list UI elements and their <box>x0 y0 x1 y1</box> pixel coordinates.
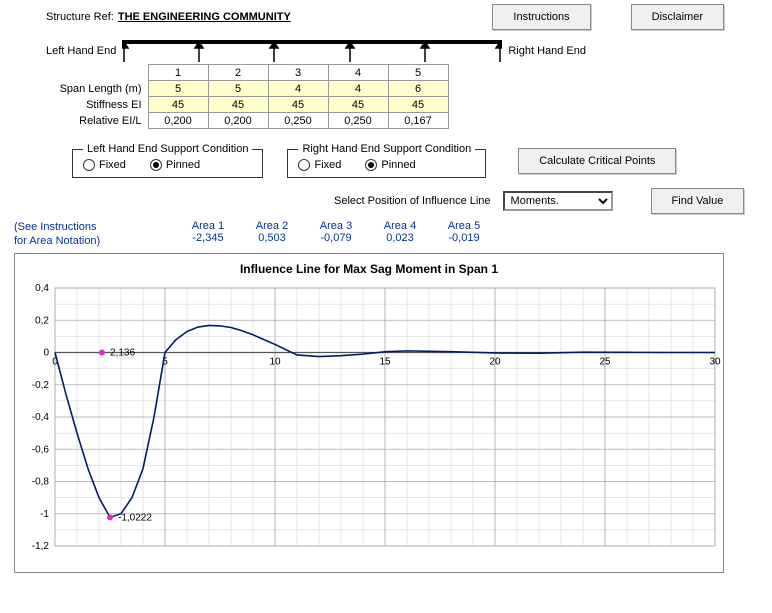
svg-text:25: 25 <box>599 356 611 367</box>
span-header: 4 <box>328 65 388 81</box>
row-label-rel-eil: Relative EI/L <box>18 113 148 129</box>
rel-eil-cell: 0,200 <box>148 113 208 129</box>
svg-text:0,4: 0,4 <box>35 283 49 294</box>
svg-text:-0,2: -0,2 <box>32 379 50 390</box>
calculate-button[interactable]: Calculate Critical Points <box>518 148 676 174</box>
svg-text:-0,8: -0,8 <box>32 476 50 487</box>
left-support-legend: Left Hand End Support Condition <box>83 143 252 155</box>
chart-frame: Influence Line for Max Sag Moment in Spa… <box>14 253 724 573</box>
rel-eil-cell: 0,250 <box>268 113 328 129</box>
left-pinned-label: Pinned <box>166 159 200 171</box>
row-label-span-length: Span Length (m) <box>18 81 148 97</box>
area-notation-note: (See Instructions for Area Notation) <box>14 220 164 249</box>
svg-text:10: 10 <box>269 356 281 367</box>
left-fixed-radio[interactable]: Fixed <box>83 159 126 171</box>
svg-text:15: 15 <box>379 356 391 367</box>
influence-label: Select Position of Influence Line <box>334 195 491 207</box>
svg-text:0: 0 <box>43 347 49 358</box>
rel-eil-cell: 0,250 <box>328 113 388 129</box>
radio-icon <box>365 159 377 171</box>
stiffness-cell[interactable]: 45 <box>268 97 328 113</box>
structure-ref-label: Structure Ref: <box>46 11 114 23</box>
svg-text:2,136: 2,136 <box>110 347 135 358</box>
span-length-cell[interactable]: 5 <box>208 81 268 97</box>
area-col: Area 3-0,079 <box>304 220 368 249</box>
svg-text:-0,4: -0,4 <box>32 412 50 423</box>
disclaimer-button[interactable]: Disclaimer <box>631 4 724 30</box>
span-header: 5 <box>388 65 448 81</box>
span-length-cell[interactable]: 4 <box>328 81 388 97</box>
beam-diagram <box>122 38 502 64</box>
find-value-button[interactable]: Find Value <box>651 188 745 214</box>
right-fixed-radio[interactable]: Fixed <box>298 159 341 171</box>
left-fixed-label: Fixed <box>99 159 126 171</box>
radio-icon <box>83 159 95 171</box>
span-header: 3 <box>268 65 328 81</box>
span-header: 1 <box>148 65 208 81</box>
right-support-legend: Right Hand End Support Condition <box>298 143 475 155</box>
svg-text:20: 20 <box>489 356 501 367</box>
span-length-cell[interactable]: 5 <box>148 81 208 97</box>
span-length-cell[interactable]: 6 <box>388 81 448 97</box>
rel-eil-cell: 0,200 <box>208 113 268 129</box>
svg-text:-0,6: -0,6 <box>32 444 50 455</box>
svg-text:-1,0222: -1,0222 <box>118 512 152 523</box>
influence-dropdown[interactable]: Moments. <box>503 191 613 211</box>
span-table: 1 2 3 4 5 Span Length (m) 5 5 4 4 6 Stif… <box>18 64 449 129</box>
instructions-button[interactable]: Instructions <box>492 4 590 30</box>
left-pinned-radio[interactable]: Pinned <box>150 159 200 171</box>
stiffness-cell[interactable]: 45 <box>148 97 208 113</box>
stiffness-cell[interactable]: 45 <box>388 97 448 113</box>
radio-icon <box>298 159 310 171</box>
area-col: Area 40,023 <box>368 220 432 249</box>
stiffness-cell[interactable]: 45 <box>208 97 268 113</box>
left-end-label: Left Hand End <box>46 45 116 57</box>
area-col: Area 20,503 <box>240 220 304 249</box>
span-length-cell[interactable]: 4 <box>268 81 328 97</box>
chart-title: Influence Line for Max Sag Moment in Spa… <box>15 262 723 276</box>
stiffness-cell[interactable]: 45 <box>328 97 388 113</box>
area-col: Area 1-2,345 <box>176 220 240 249</box>
right-support-fieldset: Right Hand End Support Condition Fixed P… <box>287 143 486 178</box>
svg-text:-1: -1 <box>40 508 49 519</box>
right-pinned-radio[interactable]: Pinned <box>365 159 415 171</box>
svg-text:-1,2: -1,2 <box>32 541 50 552</box>
svg-text:30: 30 <box>709 356 721 367</box>
svg-text:0,2: 0,2 <box>35 315 49 326</box>
right-fixed-label: Fixed <box>314 159 341 171</box>
area-col: Area 5-0,019 <box>432 220 496 249</box>
rel-eil-cell: 0,167 <box>388 113 448 129</box>
structure-ref-value: THE ENGINEERING COMMUNITY <box>118 11 291 23</box>
right-end-label: Right Hand End <box>508 45 586 57</box>
left-support-fieldset: Left Hand End Support Condition Fixed Pi… <box>72 143 263 178</box>
chart: 0510152025300,40,20-0,2-0,4-0,6-0,8-1-1,… <box>15 280 725 570</box>
row-label-stiffness: Stiffness EI <box>18 97 148 113</box>
radio-icon <box>150 159 162 171</box>
span-header: 2 <box>208 65 268 81</box>
right-pinned-label: Pinned <box>381 159 415 171</box>
